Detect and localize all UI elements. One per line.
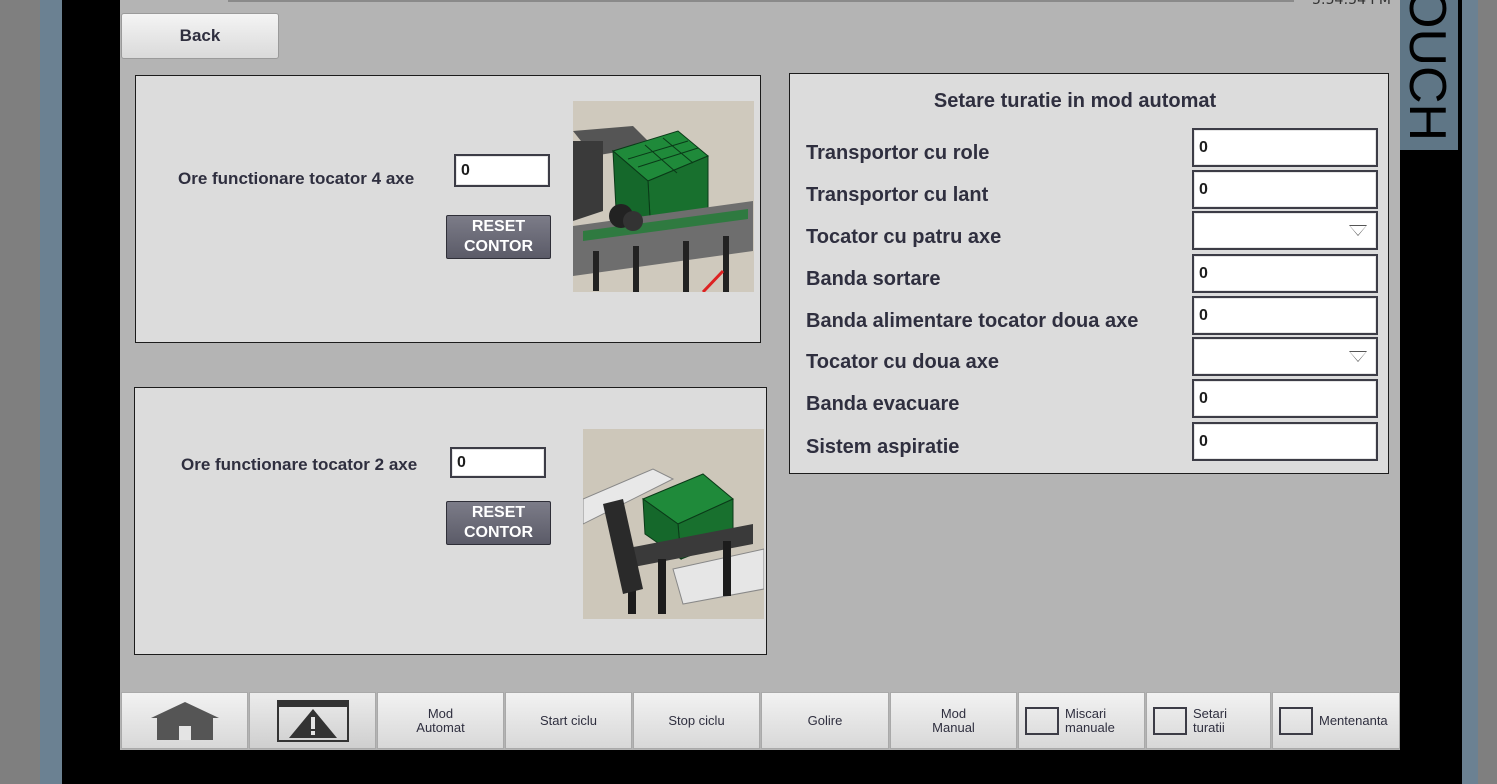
row-label-banda-sortare: Banda sortare bbox=[806, 268, 941, 290]
reset-label-line1: RESET bbox=[471, 218, 526, 235]
alarm-warning-icon bbox=[276, 699, 349, 742]
shredder-2-axes-panel: Ore functionare tocator 2 axe 0 RESET CO… bbox=[134, 387, 767, 655]
row-label-transportor-role: Transportor cu role bbox=[806, 142, 990, 164]
nav-start-ciclu-button[interactable]: Start ciclu bbox=[505, 692, 632, 749]
reset-label-line2: CONTOR bbox=[463, 238, 534, 255]
nav-home-button[interactable] bbox=[121, 692, 248, 749]
frame-right-edge bbox=[1462, 0, 1478, 784]
nav-mod-automat-button[interactable]: Mod Automat bbox=[377, 692, 504, 749]
hours-4-axes-label: Ore functionare tocator 4 axe bbox=[178, 169, 415, 188]
reset-label-line2: CONTOR bbox=[463, 524, 534, 541]
frame-left-edge bbox=[40, 0, 62, 784]
nav-alarms-button[interactable] bbox=[249, 692, 376, 749]
reset-label-line1: RESET bbox=[471, 504, 526, 521]
nav-setari-turatii-button[interactable]: Setari turatii bbox=[1146, 692, 1271, 749]
back-button[interactable]: Back bbox=[121, 13, 279, 59]
row-label-tocator-patru-axe: Tocator cu patru axe bbox=[806, 226, 1002, 248]
speed-input-banda-sortare[interactable]: 0 bbox=[1192, 254, 1378, 293]
nav-label: Mod bbox=[427, 705, 454, 721]
brand-text: OUCH bbox=[1400, 0, 1456, 142]
speed-input-transportor-lant[interactable]: 0 bbox=[1192, 170, 1378, 209]
speed-input-transportor-role[interactable]: 0 bbox=[1192, 128, 1378, 167]
row-label-sistem-aspiratie: Sistem aspiratie bbox=[806, 436, 960, 458]
speed-input-banda-evacuare[interactable]: 0 bbox=[1192, 379, 1378, 418]
speed-settings-panel: Setare turatie in mod automat Transporto… bbox=[789, 73, 1389, 474]
nav-label: Miscari bbox=[1065, 705, 1107, 721]
bezel-bottom bbox=[62, 750, 1462, 784]
nav-mentenanta-button[interactable]: Mentenanta bbox=[1272, 692, 1400, 749]
shredder-2-axes-image bbox=[583, 429, 764, 619]
clock: 5:54:54 PM bbox=[1312, 0, 1391, 8]
speed-input-banda-alimentare[interactable]: 0 bbox=[1192, 296, 1378, 335]
hours-2-axes-label: Ore functionare tocator 2 axe bbox=[181, 455, 418, 474]
nav-label: Manual bbox=[932, 719, 975, 735]
header-divider bbox=[228, 0, 1294, 2]
nav-label-group: Miscari manuale bbox=[1065, 705, 1115, 735]
nav-miscari-manuale-button[interactable]: Miscari manuale bbox=[1018, 692, 1145, 749]
home-icon bbox=[150, 701, 219, 740]
nav-label: Automat bbox=[416, 719, 465, 735]
nav-label: turatii bbox=[1193, 719, 1225, 735]
placeholder-icon bbox=[1153, 706, 1187, 735]
placeholder-icon bbox=[1025, 706, 1059, 735]
nav-mod-manual-button[interactable]: Mod Manual bbox=[890, 692, 1017, 749]
shredder-4-axes-image bbox=[573, 101, 754, 292]
desktop-background bbox=[1478, 0, 1497, 784]
hours-4-axes-input[interactable]: 0 bbox=[454, 154, 550, 187]
row-label-banda-alimentare: Banda alimentare tocator doua axe bbox=[806, 310, 1139, 332]
shredder-4-axes-panel: Ore functionare tocator 4 axe 0 RESET CO… bbox=[135, 75, 761, 343]
brand-logo: OUCH bbox=[1400, 0, 1458, 150]
speed-dropdown-tocator-patru-axe[interactable] bbox=[1192, 211, 1378, 250]
speed-dropdown-tocator-doua-axe[interactable] bbox=[1192, 337, 1378, 376]
row-label-transportor-lant: Transportor cu lant bbox=[806, 184, 989, 206]
bezel-left bbox=[62, 0, 120, 784]
hours-2-axes-input[interactable]: 0 bbox=[450, 447, 546, 478]
reset-counter-2-axes-button[interactable]: RESET CONTOR bbox=[446, 501, 551, 545]
nav-label: Mentenanta bbox=[1319, 712, 1388, 728]
nav-golire-button[interactable]: Golire bbox=[761, 692, 889, 749]
placeholder-icon bbox=[1279, 706, 1313, 735]
chevron-down-icon-fill bbox=[1350, 352, 1366, 361]
nav-label: manuale bbox=[1065, 719, 1115, 735]
row-label-tocator-doua-axe: Tocator cu doua axe bbox=[806, 351, 1000, 373]
chevron-down-icon-fill bbox=[1350, 226, 1366, 235]
nav-label-group: Setari turatii bbox=[1193, 705, 1227, 735]
reset-counter-4-axes-button[interactable]: RESET CONTOR bbox=[446, 215, 551, 259]
speed-input-sistem-aspiratie[interactable]: 0 bbox=[1192, 422, 1378, 461]
nav-stop-ciclu-button[interactable]: Stop ciclu bbox=[633, 692, 760, 749]
nav-label: Setari bbox=[1193, 705, 1227, 721]
row-label-banda-evacuare: Banda evacuare bbox=[806, 393, 960, 415]
speed-settings-title: Setare turatie in mod automat bbox=[933, 90, 1217, 112]
nav-label: Mod bbox=[940, 705, 967, 721]
